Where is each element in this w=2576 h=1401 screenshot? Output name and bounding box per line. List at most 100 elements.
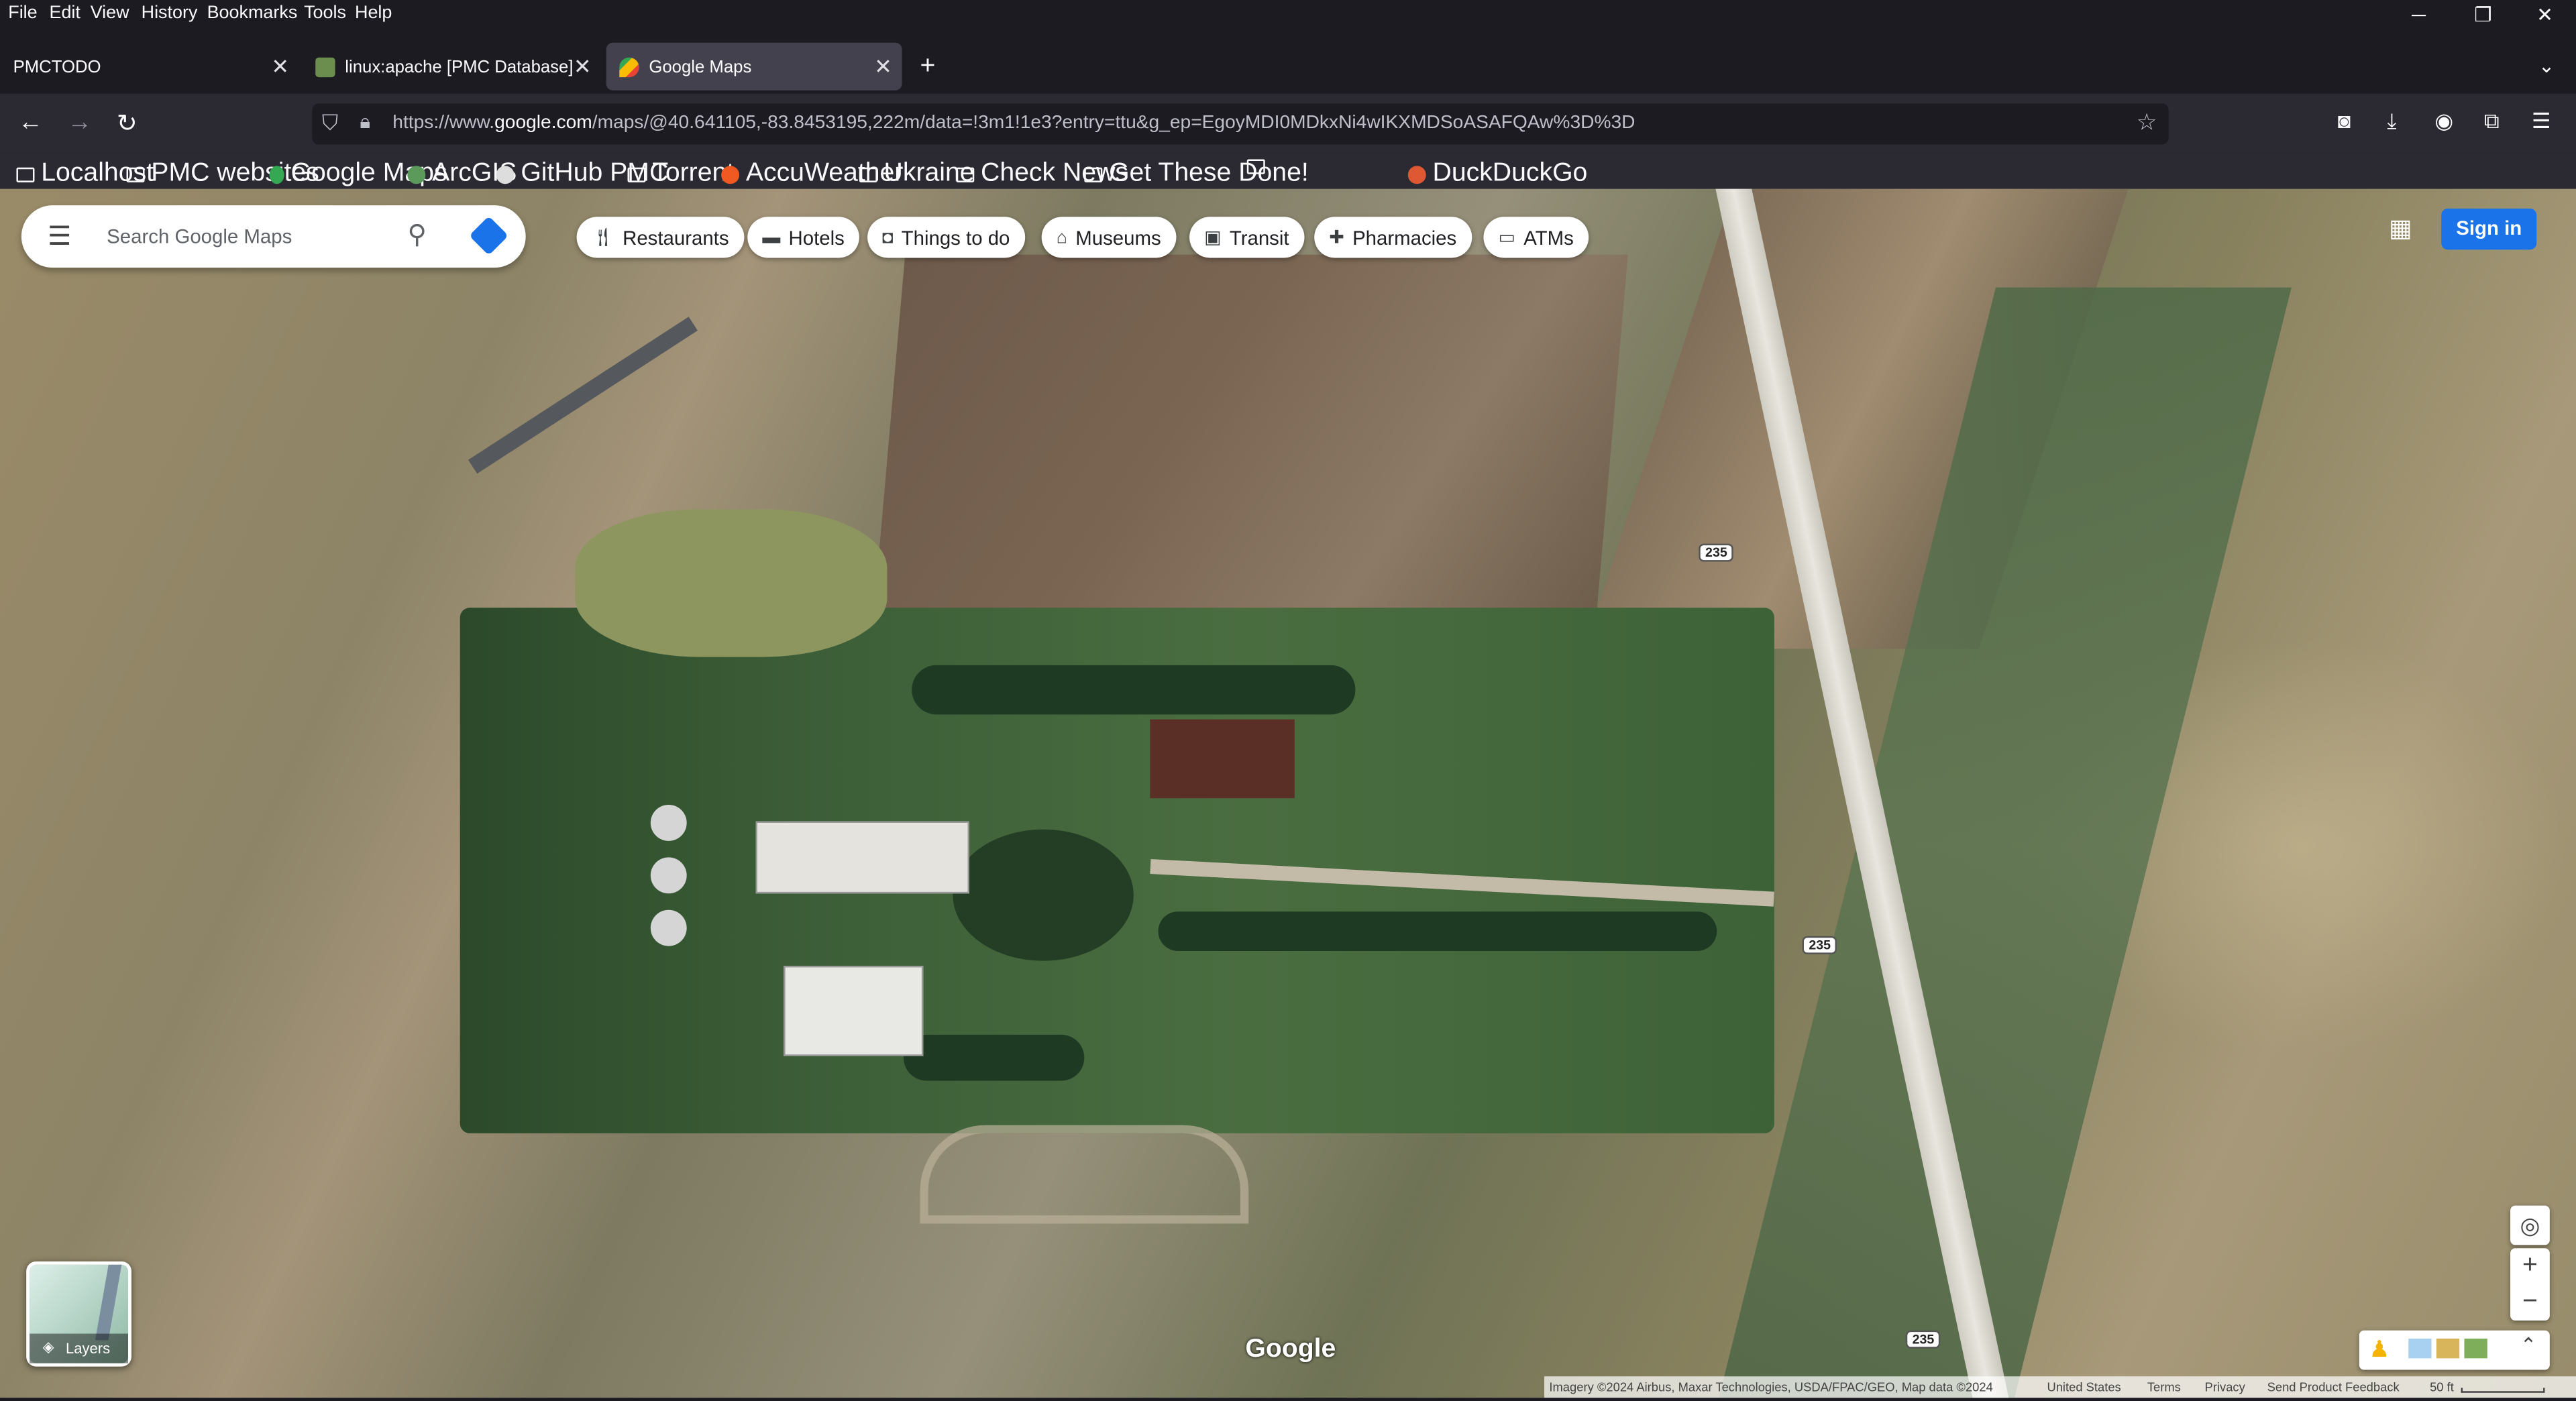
layers-button[interactable]: ◈ Layers	[26, 1261, 131, 1367]
tab-label: linux:apache [PMC Database]	[345, 56, 574, 76]
bookmark-duckduckgo[interactable]: DuckDuckGo	[1407, 160, 1587, 189]
tab-pmctodo[interactable]: PMCTODO ✕	[0, 43, 299, 91]
back-icon[interactable]: ←	[18, 109, 43, 137]
chip-hotels[interactable]: ▬ Hotels	[747, 217, 859, 258]
scale-bar	[2461, 1388, 2545, 1393]
duckduckgo-icon	[1407, 165, 1426, 184]
grain-bin	[650, 909, 687, 946]
url-path: /maps/@40.641105,-83.8453195,222m/data=!…	[592, 113, 1635, 133]
chip-restaurants[interactable]: 🍴︎ Restaurants	[576, 217, 744, 258]
traffic-layer-icon[interactable]	[2408, 1338, 2432, 1359]
chip-atms[interactable]: ▭ ATMs	[1483, 217, 1589, 258]
menu-bookmarks[interactable]: Bookmarks	[207, 3, 298, 23]
search-box[interactable]: ☰ Search Google Maps ⚲	[21, 205, 526, 268]
terms-link[interactable]: Terms	[2147, 1380, 2181, 1394]
forward-icon[interactable]: →	[67, 109, 92, 137]
close-tab-icon[interactable]: ✕	[271, 54, 289, 80]
fork-knife-icon: 🍴︎	[591, 228, 614, 248]
close-tab-icon[interactable]: ✕	[574, 54, 592, 80]
folder-icon	[627, 166, 646, 182]
bookmark-get-these-done[interactable]: Get These Done!	[1084, 159, 1309, 189]
zoom-in-button[interactable]: +	[2510, 1248, 2550, 1284]
feedback-link[interactable]: Send Product Feedback	[2267, 1380, 2400, 1394]
new-tab-button[interactable]: +	[917, 43, 950, 91]
terrain-layer-icon[interactable]	[2464, 1338, 2487, 1359]
reload-icon[interactable]: ↻	[117, 109, 138, 138]
dirt-track	[920, 1125, 1249, 1224]
url-bar[interactable]: ⛉ 🔒︎ https://www.google.com/maps/@40.641…	[312, 103, 2169, 145]
chip-label: Pharmacies	[1352, 225, 1457, 249]
hamburger-menu-icon[interactable]: ☰	[48, 220, 71, 253]
attribution-bar: Imagery ©2024 Airbus, Maxar Technologies…	[1544, 1376, 2576, 1398]
lock-icon[interactable]: 🔒︎	[360, 110, 370, 135]
pocket-icon[interactable]: ◙	[2338, 109, 2351, 133]
folder-icon	[956, 166, 975, 182]
chip-label: Museums	[1075, 225, 1161, 249]
chip-label: Hotels	[788, 225, 845, 249]
close-window-button[interactable]: ✕	[2536, 3, 2553, 26]
url-text[interactable]: https://www.google.com/maps/@40.641105,-…	[392, 113, 1635, 133]
menu-view[interactable]: View	[91, 3, 129, 23]
bookmark-torrent[interactable]: Torrent	[627, 160, 734, 189]
chip-transit[interactable]: ▣ Transit	[1189, 217, 1304, 258]
maps-pin-icon	[269, 165, 284, 184]
pegman-icon[interactable]: ♟	[2369, 1335, 2390, 1363]
menu-tools[interactable]: Tools	[304, 3, 346, 23]
account-icon[interactable]: ◉	[2434, 109, 2453, 135]
list-tabs-icon[interactable]: ⌄	[2538, 54, 2555, 77]
equipment-row	[468, 317, 698, 474]
apps-grid-icon[interactable]: ▦	[2389, 213, 2412, 243]
tree-row	[912, 665, 1356, 715]
privacy-link[interactable]: Privacy	[2205, 1380, 2245, 1394]
search-icon[interactable]: ⚲	[407, 219, 427, 251]
house-roof	[1150, 719, 1295, 799]
downloads-icon[interactable]: ⤓	[2387, 109, 2396, 135]
search-input[interactable]: Search Google Maps	[107, 225, 292, 248]
directions-icon[interactable]	[469, 215, 509, 256]
bookmark-star-icon[interactable]: ☆	[2137, 109, 2157, 137]
bookmark-label: Get These Done!	[1109, 159, 1309, 188]
chip-things-to-do[interactable]: ◘ Things to do	[867, 217, 1025, 258]
minimize-button[interactable]: ─	[2412, 3, 2426, 26]
expand-up-icon[interactable]: ⌃	[2520, 1334, 2537, 1357]
tab-google-maps[interactable]: Google Maps ✕	[606, 42, 902, 91]
chip-pharmacies[interactable]: ✚ Pharmacies	[1314, 217, 1472, 258]
layers-label-text: Layers	[65, 1340, 111, 1357]
menu-bar: File Edit View History Bookmarks Tools H…	[0, 0, 2576, 28]
folder-icon	[126, 166, 145, 182]
sign-in-button[interactable]: Sign in	[2441, 209, 2537, 250]
app-menu-icon[interactable]: ☰	[2532, 109, 2551, 135]
extensions-icon[interactable]: ⧉	[2484, 109, 2500, 135]
menu-history[interactable]: History	[142, 3, 198, 23]
region-link[interactable]: United States	[2047, 1380, 2121, 1394]
google-logo: Google	[1245, 1335, 1336, 1363]
folder-icon	[1084, 166, 1103, 182]
route-shield: 235	[1699, 543, 1734, 562]
menu-file[interactable]: File	[8, 3, 37, 23]
tree-row	[1158, 911, 1717, 951]
shed-roof	[784, 966, 924, 1056]
folder-icon	[1246, 159, 1265, 174]
chip-label: Things to do	[901, 225, 1010, 249]
bookmark-folder[interactable]	[1246, 159, 1272, 174]
close-tab-icon[interactable]: ✕	[874, 54, 892, 80]
chip-museums[interactable]: ⌂ Museums	[1041, 217, 1176, 258]
restore-button[interactable]: ❐	[2474, 3, 2491, 26]
zoom-out-button[interactable]: −	[2510, 1284, 2550, 1321]
menu-help[interactable]: Help	[355, 3, 392, 23]
train-icon: ▣	[1204, 228, 1222, 248]
tab-pmc-database[interactable]: linux:apache [PMC Database] ✕	[303, 43, 602, 91]
my-location-icon[interactable]: ◎	[2510, 1205, 2550, 1245]
satellite-map[interactable]	[0, 188, 2576, 1398]
url-prefix: https://www.	[392, 113, 495, 133]
menu-edit[interactable]: Edit	[49, 3, 80, 23]
shield-icon[interactable]: ⛉	[322, 110, 338, 136]
route-shield: 235	[1802, 936, 1837, 954]
url-domain: google.com	[494, 113, 592, 133]
scale-label[interactable]: 50 ft	[2430, 1380, 2454, 1394]
layers-label: ◈ Layers	[30, 1333, 129, 1363]
pond	[575, 509, 888, 657]
transit-layer-icon[interactable]	[2436, 1338, 2460, 1359]
atm-icon: ▭	[1498, 228, 1515, 248]
tree-cluster	[953, 829, 1134, 961]
